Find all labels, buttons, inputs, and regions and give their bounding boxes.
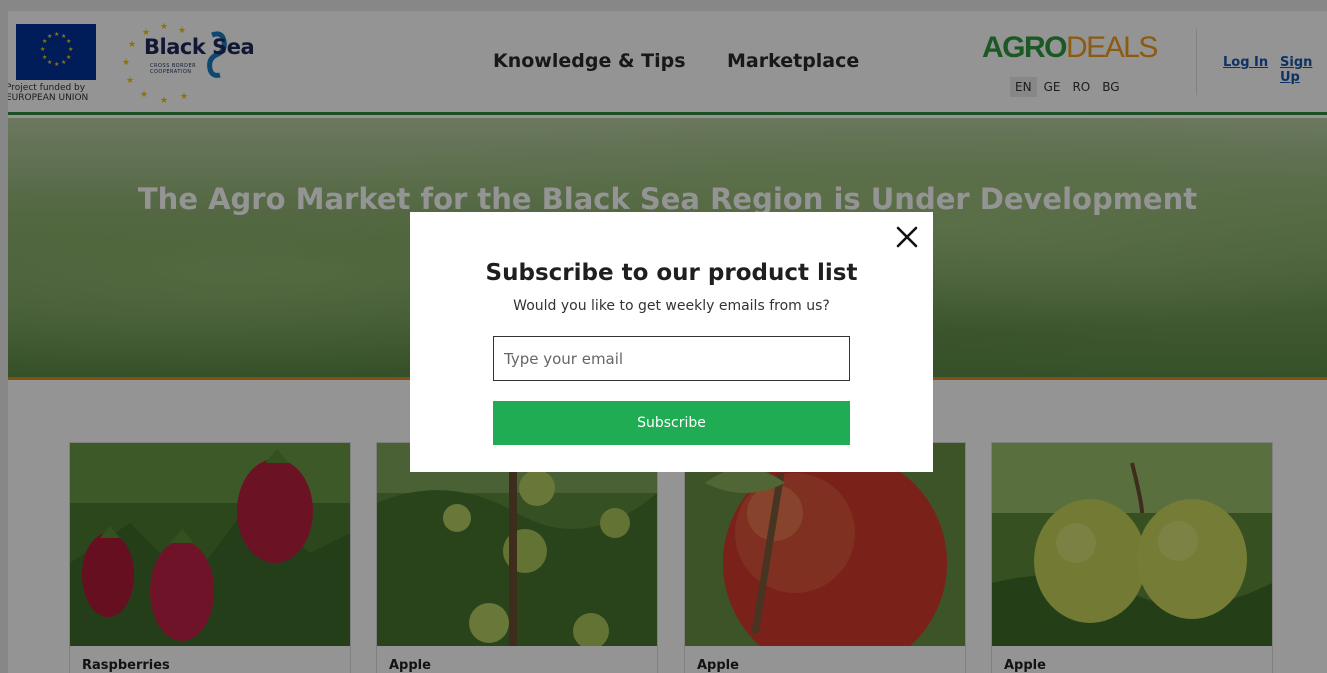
modal-title: Subscribe to our product list (485, 260, 858, 286)
modal-subtitle: Would you like to get weekly emails from… (513, 298, 830, 314)
email-input[interactable] (493, 336, 850, 381)
close-icon[interactable] (894, 224, 920, 250)
subscribe-button[interactable]: Subscribe (493, 401, 850, 445)
subscribe-modal: Subscribe to our product list Would you … (410, 212, 933, 472)
